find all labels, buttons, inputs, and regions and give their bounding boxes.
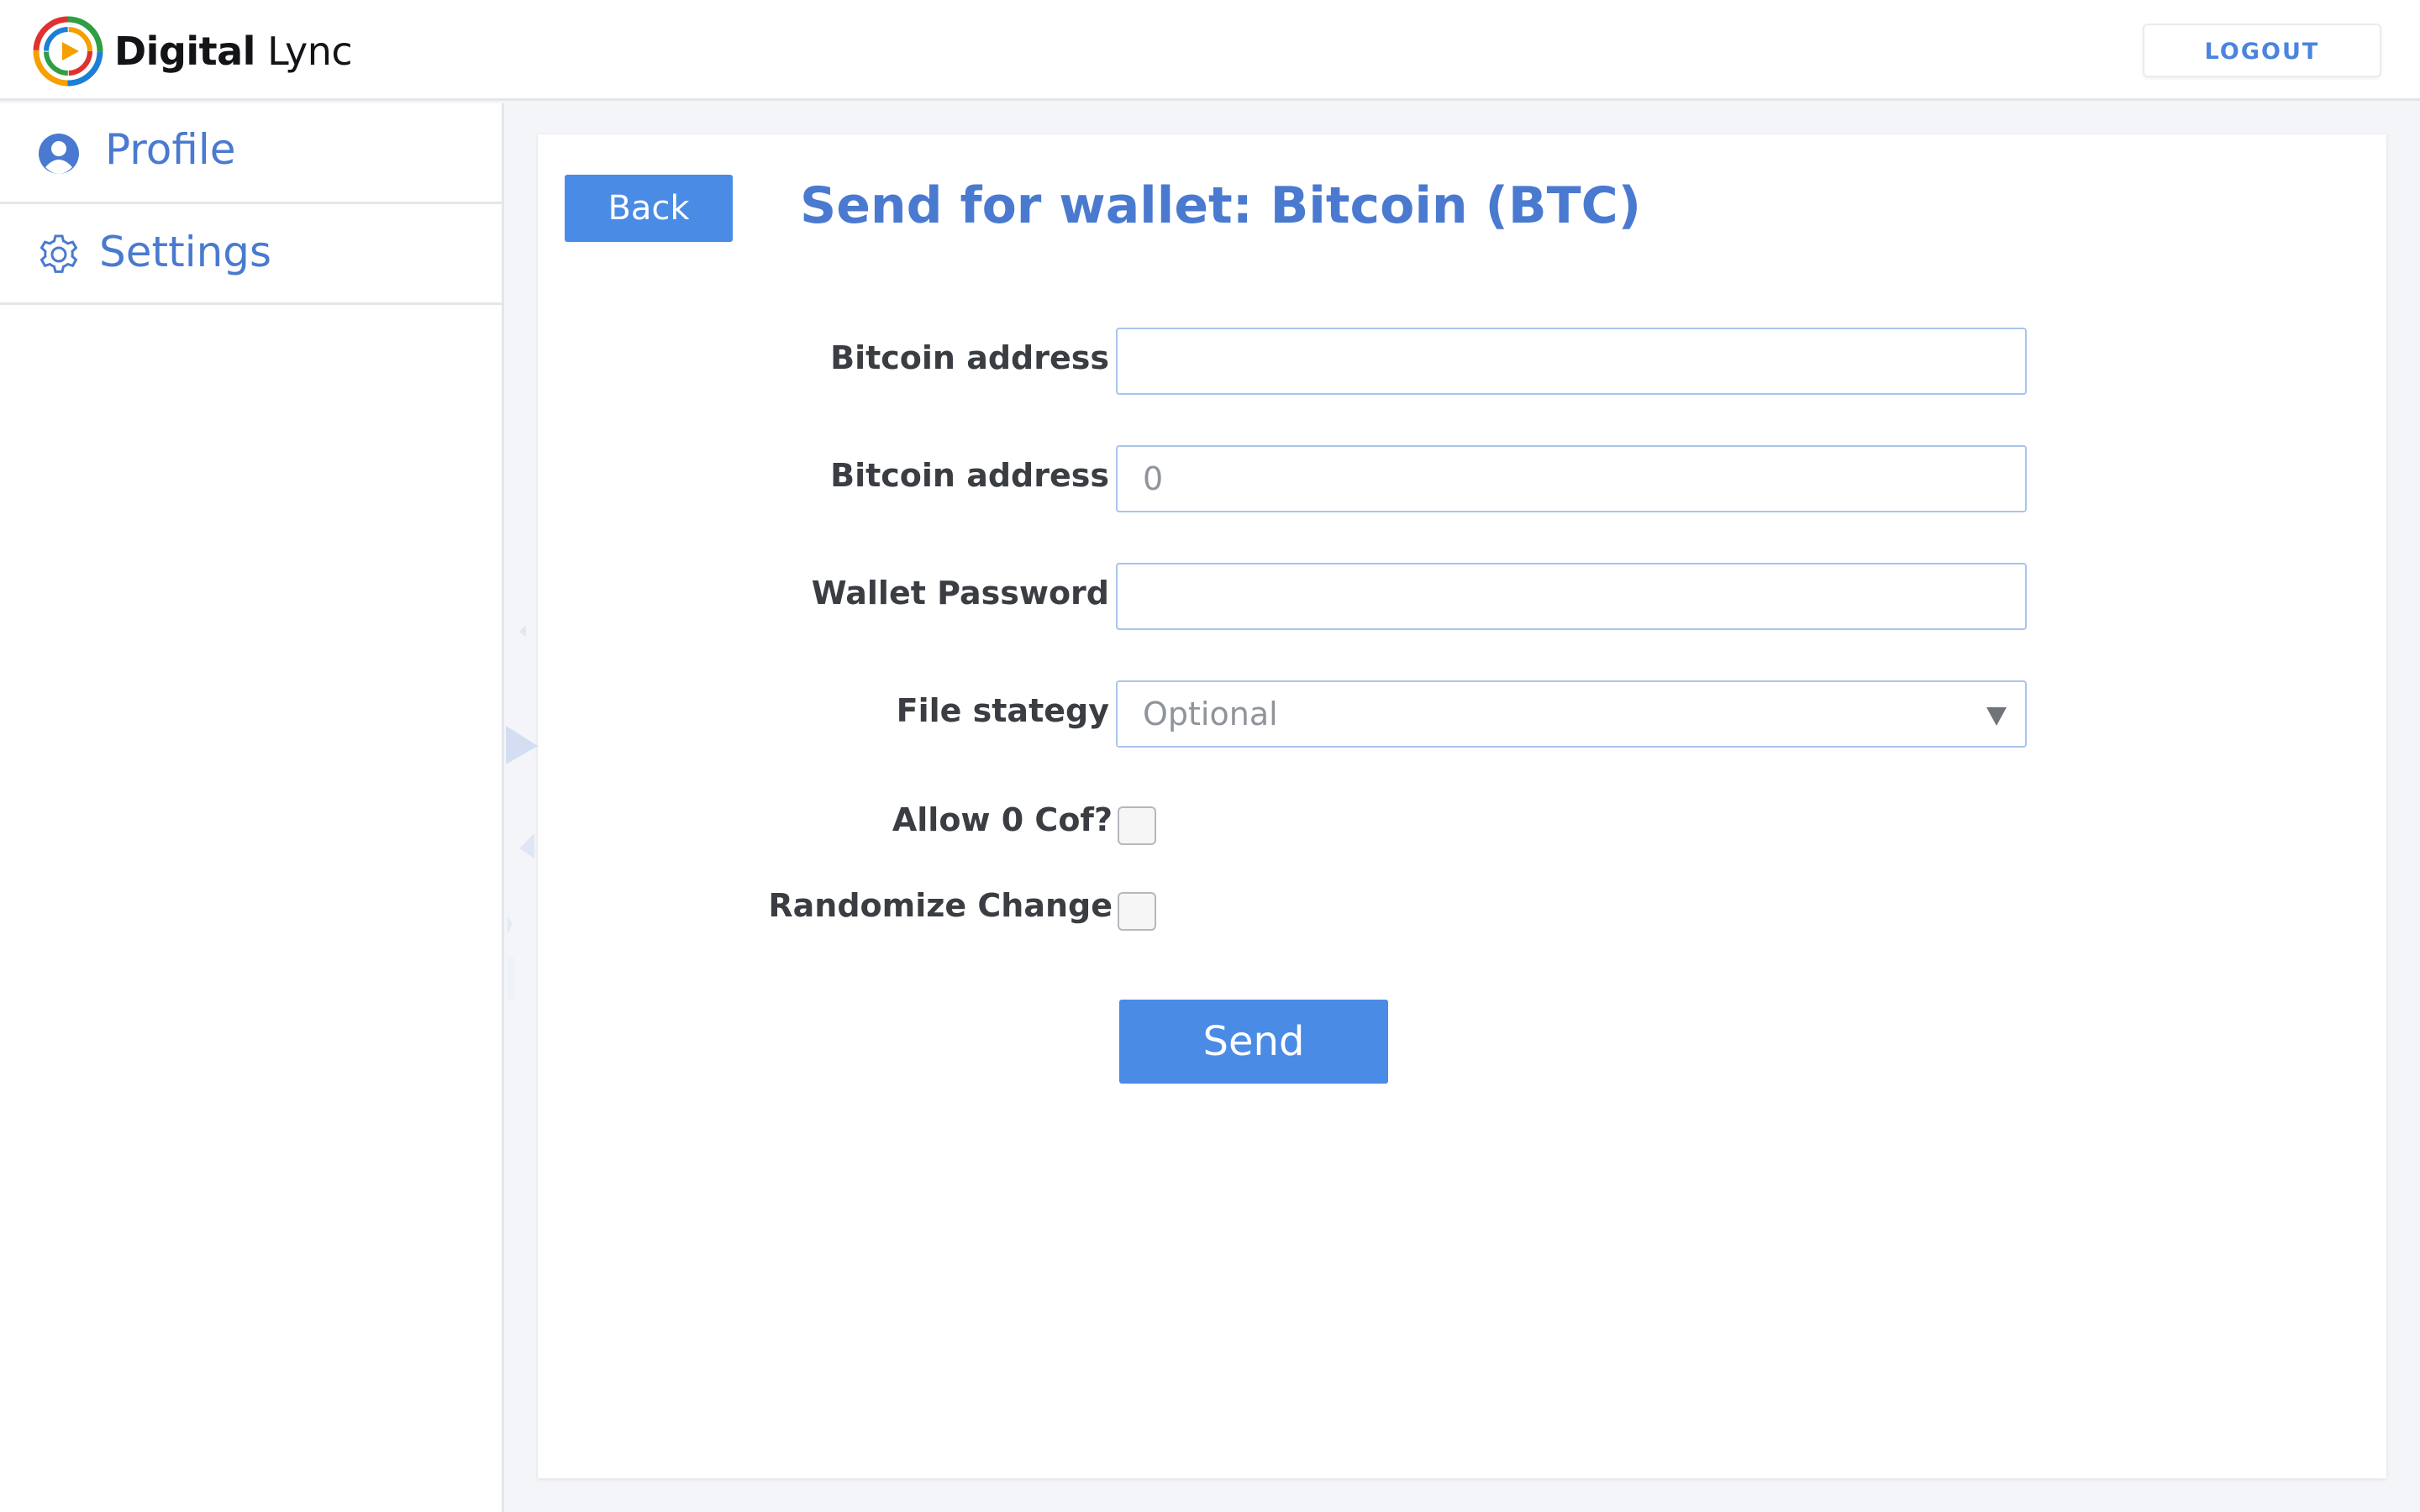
send-button[interactable]: Send — [1119, 1000, 1388, 1084]
logo-word-light: Lync — [267, 29, 353, 74]
allow-zero-conf-label: Allow 0 Cof? — [892, 801, 1113, 838]
wallet-password-input[interactable] — [1116, 563, 2027, 630]
randomize-change-checkbox[interactable] — [1118, 892, 1156, 931]
gear-icon — [39, 234, 78, 273]
logo-wordmark: Digital Lync — [114, 29, 353, 74]
sidebar: Profile Settings — [0, 103, 504, 1512]
file-strategy-value: Optional — [1143, 696, 1278, 732]
amount-label: Bitcoin address — [830, 457, 1109, 494]
bitcoin-address-input[interactable] — [1116, 328, 2027, 395]
logout-button[interactable]: LOGOUT — [2143, 24, 2381, 77]
allow-zero-conf-checkbox[interactable] — [1118, 806, 1156, 845]
send-form-card: Back Send for wallet: Bitcoin (BTC) Bitc… — [538, 134, 2386, 1478]
page-title: Send for wallet: Bitcoin (BTC) — [800, 176, 1642, 235]
sidebar-item-profile[interactable]: Profile — [0, 103, 502, 204]
file-strategy-label: File stategy — [896, 692, 1109, 729]
sidebar-item-label: Settings — [99, 228, 272, 276]
amount-input[interactable] — [1116, 445, 2027, 512]
wallet-password-label: Wallet Password — [811, 575, 1109, 612]
logo-icon — [33, 16, 103, 87]
file-strategy-select[interactable]: Optional — [1116, 680, 2027, 748]
sidebar-item-label: Profile — [105, 125, 236, 174]
sidebar-item-settings[interactable]: Settings — [0, 204, 502, 305]
chevron-down-icon — [1986, 707, 2007, 726]
back-button[interactable]: Back — [565, 175, 733, 242]
bitcoin-address-label: Bitcoin address — [830, 339, 1109, 376]
user-icon — [39, 134, 79, 174]
randomize-change-label: Randomize Change — [768, 887, 1113, 924]
logo-word-bold: Digital — [114, 29, 255, 74]
app-logo[interactable]: Digital Lync — [32, 15, 353, 87]
top-bar: Digital Lync LOGOUT — [0, 0, 2420, 101]
